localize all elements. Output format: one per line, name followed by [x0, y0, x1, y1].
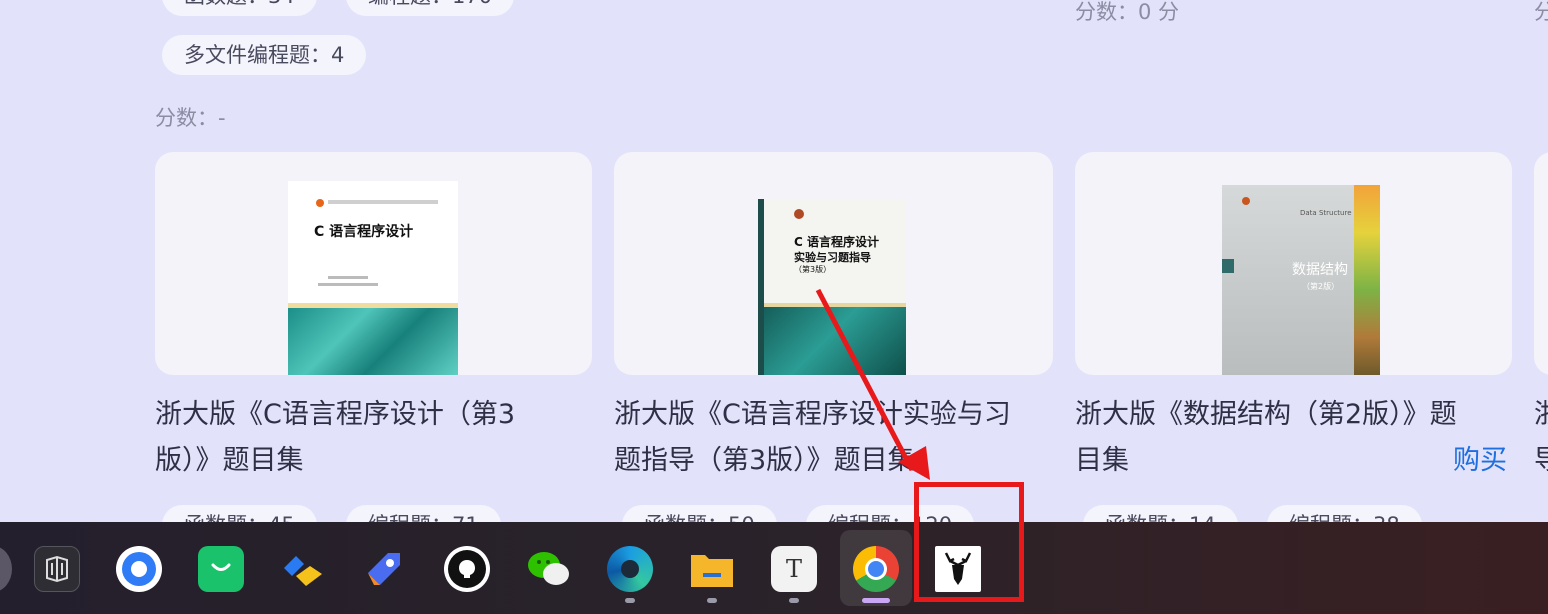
- running-indicator: [707, 598, 717, 603]
- book-card-data-structure[interactable]: Data Structure 数据结构 （第2版）: [1075, 152, 1512, 375]
- cover-edition: （第2版）: [1302, 282, 1340, 291]
- book-cover-data-structure: Data Structure 数据结构 （第2版）: [1222, 185, 1380, 375]
- cover-title: C 语言程序设计: [794, 235, 879, 249]
- tag-multifile-problems: 多文件编程题：4: [162, 35, 367, 75]
- cover-edition: （第3版）: [794, 265, 832, 274]
- edge-score: 分: [1534, 0, 1548, 24]
- launcher-icon[interactable]: [0, 546, 12, 592]
- book-card-c-programming[interactable]: C 语言程序设计: [155, 152, 592, 375]
- running-indicator: [789, 598, 799, 603]
- cover-logo-icon: [794, 209, 804, 219]
- cover-logo-icon: [316, 199, 324, 207]
- card3-score: 分数：0 分: [1075, 0, 1180, 24]
- file-manager-icon[interactable]: [689, 546, 735, 592]
- chrome-icon[interactable]: [853, 546, 899, 592]
- cover-subtitle: 实验与习题指导: [794, 251, 871, 264]
- title-line: 浙大版《C语言程序设计（第3: [155, 399, 516, 430]
- cover-title: 数据结构: [1292, 262, 1348, 278]
- title-line: 浙大版《数据结构（第2版）》题: [1075, 399, 1457, 430]
- title-line: 浙大版《C语言程序设计实验与习: [614, 399, 1011, 430]
- cover-title: C 语言程序设计: [314, 224, 414, 240]
- tag-function-problems: 函数题：34: [162, 0, 317, 16]
- lark-icon[interactable]: [280, 546, 326, 592]
- card1-score: 分数：-: [155, 106, 226, 130]
- tag-programming-problems: 编程题：170: [346, 0, 515, 16]
- rocket-icon[interactable]: [361, 546, 407, 592]
- wechat-icon[interactable]: [526, 546, 572, 592]
- taskbar: T: [0, 522, 1548, 614]
- book-card-partial[interactable]: [1534, 152, 1548, 375]
- cover-english-title: Data Structure: [1300, 209, 1352, 217]
- annotation-highlight-box: [914, 482, 1024, 602]
- edge-title-line1: 浙: [1534, 399, 1548, 430]
- book-cover-c-lab-guide: C 语言程序设计 实验与习题指导 （第3版）: [764, 199, 906, 375]
- edge-title-line2: 导: [1534, 445, 1548, 476]
- book-cover-c-programming: C 语言程序设计: [288, 181, 458, 375]
- book-title-data-structure[interactable]: 浙大版《数据结构（第2版）》题 目集: [1075, 392, 1515, 484]
- edge-icon[interactable]: [607, 546, 653, 592]
- title-line: 题指导（第3版）》题目集: [614, 445, 915, 476]
- book-card-c-lab-guide[interactable]: C 语言程序设计 实验与习题指导 （第3版）: [614, 152, 1053, 375]
- cover-logo-icon: [1242, 197, 1250, 205]
- title-line: 版）》题目集: [155, 445, 304, 476]
- browser-circle-icon[interactable]: [116, 546, 162, 592]
- text-editor-icon[interactable]: T: [771, 546, 817, 592]
- running-indicator: [625, 598, 635, 603]
- buy-link[interactable]: 购买: [1453, 438, 1507, 484]
- book-title-c-programming[interactable]: 浙大版《C语言程序设计（第3 版）》题目集: [155, 392, 595, 484]
- multitasking-view-icon[interactable]: [34, 546, 80, 592]
- github-icon[interactable]: [444, 546, 490, 592]
- book-title-c-lab-guide[interactable]: 浙大版《C语言程序设计实验与习 题指导（第3版）》题目集: [614, 392, 1054, 484]
- title-line: 目集: [1075, 445, 1129, 476]
- active-indicator: [862, 598, 890, 603]
- app-store-bag-icon[interactable]: [198, 546, 244, 592]
